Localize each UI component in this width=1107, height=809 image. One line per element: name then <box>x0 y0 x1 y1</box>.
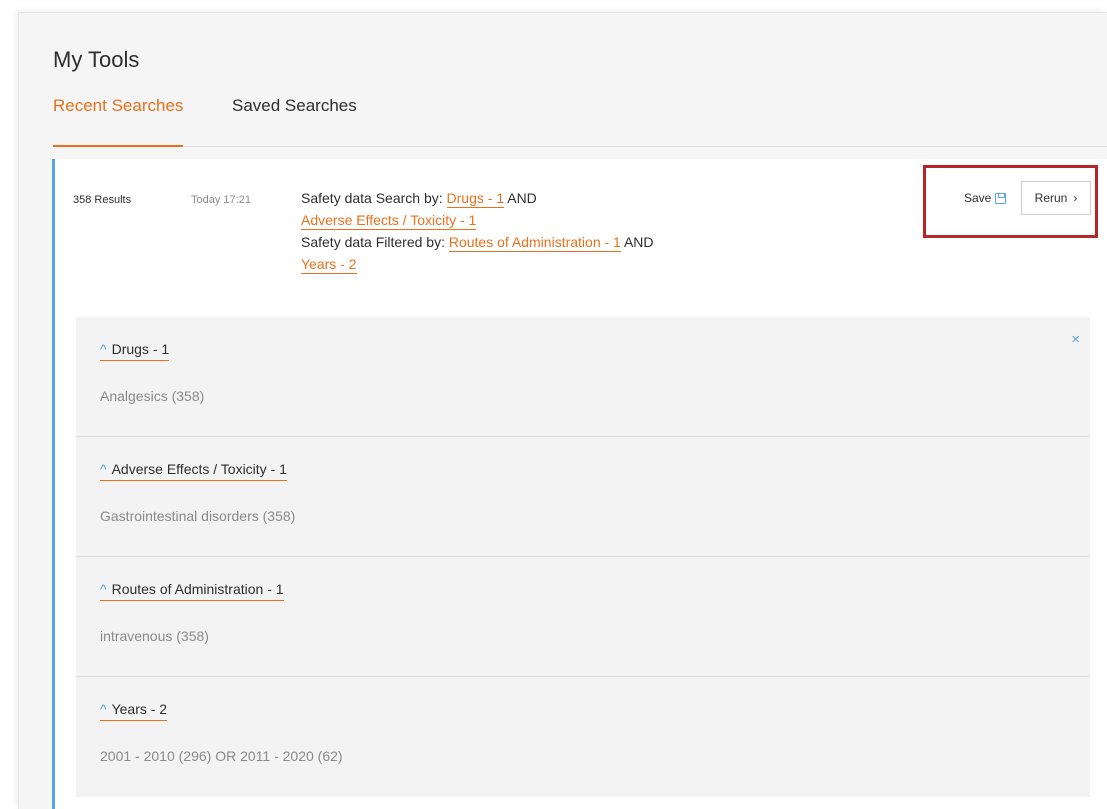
query-line-3: Safety data Filtered by: Routes of Admin… <box>301 231 654 253</box>
save-disk-icon <box>995 192 1007 204</box>
query-operator: AND <box>507 190 537 206</box>
query-link-years[interactable]: Years - 2 <box>301 256 357 274</box>
search-prefix: Safety data Search by: <box>301 190 443 206</box>
filter-value: intravenous (358) <box>100 628 209 644</box>
caret-up-icon: ^ <box>100 701 107 717</box>
filter-toggle-drugs[interactable]: ^ Drugs - 1 <box>100 341 170 361</box>
filter-toggle-adverse-effects[interactable]: ^ Adverse Effects / Toxicity - 1 <box>100 461 287 481</box>
query-line-2: Adverse Effects / Toxicity - 1 <box>301 209 654 231</box>
filter-heading: Years - 2 <box>111 701 168 717</box>
page-title: My Tools <box>53 47 140 72</box>
query-line-1: Safety data Search by: Drugs - 1 AND <box>301 187 654 209</box>
filter-heading: Drugs - 1 <box>111 341 170 357</box>
filter-section-years: ^ Years - 2 2001 - 2010 (296) OR 2011 - 2… <box>76 677 1090 797</box>
tab-recent-searches[interactable]: Recent Searches <box>53 95 184 147</box>
filter-section-adverse-effects: ^ Adverse Effects / Toxicity - 1 Gastroin… <box>76 437 1090 557</box>
my-tools-panel: My Tools Recent Searches Saved Searches … <box>18 12 1107 809</box>
highlight-box: Save Rerun › <box>923 165 1098 238</box>
search-query-summary: Safety data Search by: Drugs - 1 AND Adv… <box>301 187 654 275</box>
query-line-4: Years - 2 <box>301 253 654 275</box>
search-result-card: 358 Results Today 17:21 Safety data Sear… <box>52 159 1107 809</box>
query-link-drugs[interactable]: Drugs - 1 <box>446 190 505 208</box>
caret-up-icon: ^ <box>100 461 107 477</box>
filter-section-drugs: ^ Drugs - 1 Analgesics (358) <box>76 317 1090 437</box>
save-label: Save <box>964 191 992 205</box>
filter-section-routes: ^ Routes of Administration - 1 intravenou… <box>76 557 1090 677</box>
query-operator: AND <box>623 234 654 250</box>
caret-up-icon: ^ <box>100 341 107 357</box>
rerun-label: Rerun <box>1034 191 1068 205</box>
filter-value: 2001 - 2010 (296) OR 2011 - 2020 (62) <box>100 748 343 764</box>
caret-up-icon: ^ <box>100 581 107 597</box>
filter-toggle-years[interactable]: ^ Years - 2 <box>100 701 168 721</box>
result-timestamp: Today 17:21 <box>191 194 251 206</box>
result-count: 358 Results <box>73 194 132 206</box>
save-button[interactable]: Save <box>964 191 1007 205</box>
filter-details-panel: × ^ Drugs - 1 Analgesics (358) ^ Adverse E… <box>76 317 1090 797</box>
rerun-button[interactable]: Rerun › <box>1021 181 1091 215</box>
query-link-routes[interactable]: Routes of Administration - 1 <box>448 234 621 252</box>
filter-toggle-routes[interactable]: ^ Routes of Administration - 1 <box>100 581 284 601</box>
tab-bar: Recent Searches Saved Searches <box>53 95 1107 147</box>
filter-value: Gastrointestinal disorders (358) <box>100 508 296 524</box>
filter-heading: Routes of Administration - 1 <box>111 581 284 597</box>
query-link-adverse-effects[interactable]: Adverse Effects / Toxicity - 1 <box>301 212 477 230</box>
tab-saved-searches[interactable]: Saved Searches <box>232 95 357 146</box>
filter-value: Analgesics (358) <box>100 388 205 404</box>
filter-heading: Adverse Effects / Toxicity - 1 <box>111 461 287 477</box>
chevron-right-icon: › <box>1073 191 1078 205</box>
filter-prefix: Safety data Filtered by: <box>301 234 445 250</box>
